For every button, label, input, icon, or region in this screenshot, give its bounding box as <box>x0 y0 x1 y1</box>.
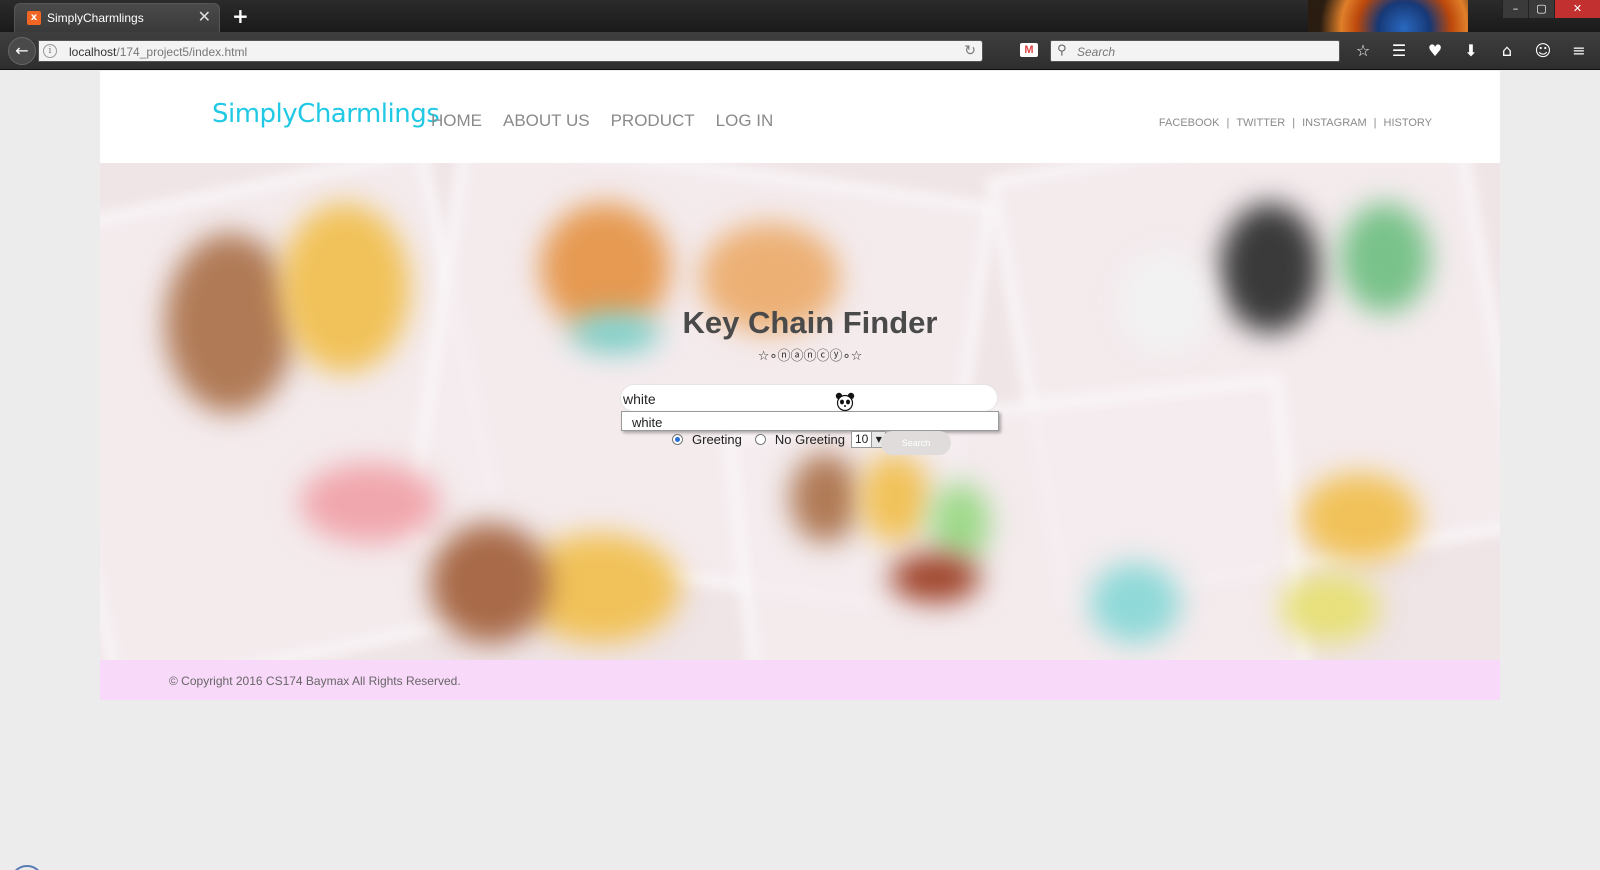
browser-tab-bar: x SimplyCharmlings ✕ + – ▢ ✕ <box>0 0 1600 70</box>
nav-product[interactable]: PRODUCT <box>611 111 695 131</box>
facebook-link[interactable]: FACEBOOK <box>1159 117 1220 129</box>
tab-title: SimplyCharmlings <box>47 11 144 25</box>
site-footer: © Copyright 2016 CS174 Baymax All Rights… <box>100 660 1500 700</box>
greeting-options: Greeting No Greeting 10 ▼ <box>672 430 887 448</box>
gmail-icon[interactable]: M <box>1020 43 1038 57</box>
autocomplete-item[interactable]: white <box>632 415 662 430</box>
tab-close-icon[interactable]: ✕ <box>198 8 211 26</box>
restore-button[interactable]: ▢ <box>1528 0 1554 18</box>
reading-list-icon[interactable]: ☰ <box>1386 40 1412 62</box>
social-nav: FACEBOOK | TWITTER | INSTAGRAM | HISTORY <box>1158 117 1433 129</box>
finder-decoration: ☆∘ⓝⓐⓝⓒⓨ∘☆ <box>757 349 863 364</box>
url-path: /174_project5/index.html <box>116 45 248 59</box>
corner-circle-icon <box>10 865 44 870</box>
finder-title: Key Chain Finder <box>682 305 938 340</box>
xampp-favicon-icon: x <box>27 11 41 25</box>
window-controls: – ▢ ✕ <box>1502 0 1600 18</box>
greeting-radio[interactable] <box>672 433 683 445</box>
close-window-button[interactable]: ✕ <box>1554 0 1600 18</box>
pocket-icon[interactable]: ♥ <box>1422 40 1448 62</box>
browser-tab[interactable]: x SimplyCharmlings ✕ <box>14 3 220 32</box>
browser-search-bar[interactable]: ⚲ Search <box>1050 40 1340 62</box>
result-count-value: 10 <box>854 431 869 446</box>
twitter-link[interactable]: TWITTER <box>1236 117 1285 129</box>
url-text: localhost/174_project5/index.html <box>69 45 247 59</box>
copyright-text: © Copyright 2016 CS174 Baymax All Rights… <box>169 674 461 688</box>
search-icon: ⚲ <box>1057 43 1067 58</box>
url-bar[interactable]: i localhost/174_project5/index.html ↻ <box>38 40 983 62</box>
main-nav: HOME ABOUT US PRODUCT LOG IN <box>431 111 773 131</box>
download-icon[interactable]: ⬇ <box>1458 40 1484 62</box>
instagram-link[interactable]: INSTAGRAM <box>1302 117 1367 129</box>
site-header: SimplyCharmlings HOME ABOUT US PRODUCT L… <box>100 71 1500 163</box>
no-greeting-label: No Greeting <box>774 431 845 447</box>
reload-icon[interactable]: ↻ <box>964 43 976 59</box>
browser-toolbar: ☆ ☰ ♥ ⬇ ⌂ ☺ ≡ <box>1350 40 1592 62</box>
site-logo[interactable]: SimplyCharmlings <box>212 99 440 129</box>
browser-nav-bar: ← i localhost/174_project5/index.html ↻ … <box>0 32 1600 70</box>
info-icon[interactable]: i <box>43 44 57 58</box>
bookmark-star-icon[interactable]: ☆ <box>1350 40 1376 62</box>
smiley-icon[interactable]: ☺ <box>1530 40 1556 62</box>
nav-about-us[interactable]: ABOUT US <box>503 111 590 131</box>
new-tab-button[interactable]: + <box>232 4 249 28</box>
autocomplete-dropdown: white <box>621 411 999 431</box>
home-icon[interactable]: ⌂ <box>1494 40 1520 62</box>
history-link[interactable]: HISTORY <box>1384 117 1433 129</box>
url-host: localhost <box>69 45 117 59</box>
search-placeholder: Search <box>1077 45 1116 59</box>
search-button[interactable]: Search <box>881 431 951 455</box>
nav-log-in[interactable]: LOG IN <box>716 111 774 131</box>
greeting-label: Greeting <box>692 431 742 447</box>
minimize-button[interactable]: – <box>1502 0 1528 18</box>
no-greeting-radio[interactable] <box>754 433 766 445</box>
nav-home[interactable]: HOME <box>431 111 482 131</box>
back-button[interactable]: ← <box>8 37 36 65</box>
panda-cursor-icon <box>835 392 855 412</box>
keychain-search-input[interactable]: white <box>620 384 998 412</box>
search-input-value: white <box>623 391 656 407</box>
menu-icon[interactable]: ≡ <box>1566 40 1592 62</box>
